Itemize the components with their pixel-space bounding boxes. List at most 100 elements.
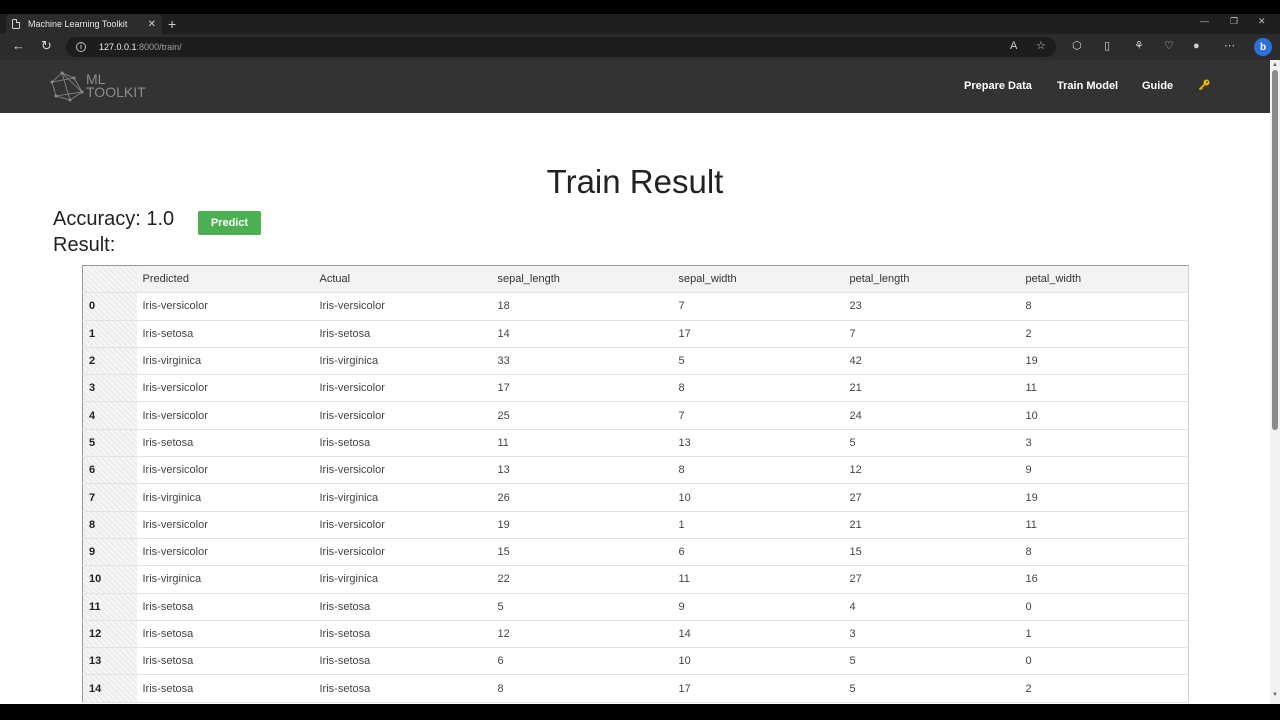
table-row: 3 Iris-versicolor Iris-versicolor 17 8 21 11 <box>82 374 1189 403</box>
row-index: 3 <box>82 374 137 403</box>
table-cell: 0 <box>1019 593 1189 621</box>
table-cell: 17 <box>491 374 673 403</box>
collections-icon[interactable]: ⚘ <box>1134 40 1144 52</box>
table-cell: 13 <box>491 456 673 485</box>
table-cell: Iris-setosa <box>313 674 492 703</box>
table-cell: 27 <box>843 483 1020 512</box>
logo-line-2: TOOLKIT <box>86 84 146 100</box>
table-cell: Iris-versicolor <box>313 456 492 485</box>
table-row: 0 Iris-versicolor Iris-versicolor 18 7 23 8 <box>82 292 1189 321</box>
close-window-icon[interactable]: ✕ <box>1258 16 1266 27</box>
maximize-icon[interactable]: ❐ <box>1230 16 1238 27</box>
table-cell: Iris-versicolor <box>313 511 492 539</box>
logo-text[interactable]: ML TOOLKIT <box>86 72 146 100</box>
row-index: 10 <box>82 565 137 594</box>
minimize-icon[interactable]: — <box>1200 16 1209 26</box>
table-cell: 21 <box>843 374 1020 403</box>
table-cell: Iris-versicolor <box>136 538 314 567</box>
table-cell: Iris-virginica <box>313 347 492 376</box>
row-index: 6 <box>82 456 137 485</box>
table-cell: 11 <box>491 429 673 458</box>
table-cell: 22 <box>491 565 673 594</box>
column-header: petal_length <box>843 264 1020 294</box>
table-cell: 12 <box>843 456 1020 485</box>
table-cell: 8 <box>1019 538 1189 567</box>
table-cell: Iris-setosa <box>136 320 314 348</box>
table-row: 7 Iris-virginica Iris-virginica 26 10 27 19 <box>82 483 1189 512</box>
copilot-icon[interactable]: b <box>1254 38 1272 56</box>
extensions-icon[interactable]: ⬡ <box>1072 40 1082 52</box>
table-cell: 1 <box>1019 620 1189 649</box>
read-aloud-icon[interactable]: A <box>1010 40 1017 52</box>
browser-essentials-icon[interactable]: ♡ <box>1164 40 1174 52</box>
result-table-wrap: Predicted Actual sepal_length sepal_width pe… <box>82 264 1189 703</box>
table-cell: Iris-versicolor <box>313 374 492 403</box>
nav-guide[interactable]: Guide <box>1142 80 1173 92</box>
table-cell: Iris-setosa <box>136 620 314 649</box>
more-menu-icon[interactable]: ⋯ <box>1224 40 1235 52</box>
table-cell: 10 <box>1019 401 1189 430</box>
column-header: Actual <box>313 264 492 294</box>
url-host: 127.0.0.1 <box>99 42 137 52</box>
table-body: 0 Iris-versicolor Iris-versicolor 18 7 23 8 1 Ir… <box>82 292 1189 703</box>
table-cell: 3 <box>1019 429 1189 458</box>
scroll-down-icon[interactable]: ▼ <box>1272 692 1278 698</box>
row-index: 12 <box>82 620 137 649</box>
profile-icon[interactable]: ● <box>1193 40 1200 52</box>
table-cell: 2 <box>1019 674 1189 703</box>
new-tab-icon[interactable]: + <box>168 16 176 32</box>
page-title: Train Result <box>546 163 724 200</box>
site-header: ML TOOLKIT Prepare Data Train Model Guid… <box>0 60 1270 113</box>
table-cell: Iris-setosa <box>136 429 314 458</box>
table-cell: 16 <box>1019 565 1189 594</box>
table-cell: 8 <box>1019 292 1189 321</box>
table-cell: 11 <box>672 565 844 594</box>
table-cell: Iris-virginica <box>313 565 492 594</box>
table-cell: 13 <box>672 429 844 458</box>
table-cell: Iris-versicolor <box>136 456 314 485</box>
table-cell: 4 <box>843 593 1020 621</box>
table-cell: 17 <box>672 674 844 703</box>
table-cell: 17 <box>672 320 844 348</box>
page-content: Train Result Accuracy: 1.0 Predict Resul… <box>0 113 1270 704</box>
table-cell: Iris-setosa <box>313 593 492 621</box>
table-cell: 19 <box>1019 483 1189 512</box>
table-row: 5 Iris-setosa Iris-setosa 11 13 5 3 <box>82 429 1189 458</box>
scrollbar-thumb[interactable] <box>1272 70 1278 430</box>
scroll-up-icon[interactable]: ▲ <box>1272 62 1278 68</box>
table-row: 4 Iris-versicolor Iris-versicolor 25 7 24 10 <box>82 401 1189 430</box>
nav-prepare-data[interactable]: Prepare Data <box>964 80 1032 92</box>
row-index: 13 <box>82 647 137 676</box>
table-cell: Iris-versicolor <box>313 538 492 567</box>
table-cell: 9 <box>672 593 844 621</box>
table-cell: Iris-versicolor <box>313 401 492 430</box>
table-row: 8 Iris-versicolor Iris-versicolor 19 1 21 11 <box>82 511 1189 539</box>
table-cell: 3 <box>843 620 1020 649</box>
row-index: 4 <box>82 401 137 430</box>
split-screen-icon[interactable]: ▯ <box>1104 40 1110 52</box>
favorite-star-icon[interactable]: ☆ <box>1036 40 1046 52</box>
table-row: 11 Iris-setosa Iris-setosa 5 9 4 0 <box>82 593 1189 621</box>
close-tab-icon[interactable]: ✕ <box>148 19 156 30</box>
table-row: 9 Iris-versicolor Iris-versicolor 15 6 15 8 <box>82 538 1189 567</box>
reload-icon[interactable]: ↻ <box>41 39 52 53</box>
predict-button[interactable]: Predict <box>198 211 261 235</box>
table-row: 14 Iris-setosa Iris-setosa 8 17 5 2 <box>82 674 1189 703</box>
column-header: sepal_length <box>491 264 673 294</box>
row-index: 7 <box>82 483 137 512</box>
site-info-icon[interactable]: i <box>76 42 86 52</box>
row-index: 5 <box>82 429 137 458</box>
table-cell: Iris-setosa <box>313 320 492 348</box>
back-arrow-icon[interactable]: ← <box>12 39 25 53</box>
table-cell: 42 <box>843 347 1020 376</box>
row-index: 8 <box>82 511 137 539</box>
table-cell: 23 <box>843 292 1020 321</box>
browser-tab[interactable]: Machine Learning Toolkit ✕ <box>6 14 162 34</box>
key-icon[interactable] <box>1198 79 1210 91</box>
table-cell: 15 <box>491 538 673 567</box>
table-cell: 6 <box>491 647 673 676</box>
address-bar[interactable]: i 127.0.0.1 :8000/train/ <box>66 37 1056 57</box>
table-cell: 5 <box>843 647 1020 676</box>
nav-train-model[interactable]: Train Model <box>1057 80 1118 92</box>
table-cell: 27 <box>843 565 1020 594</box>
